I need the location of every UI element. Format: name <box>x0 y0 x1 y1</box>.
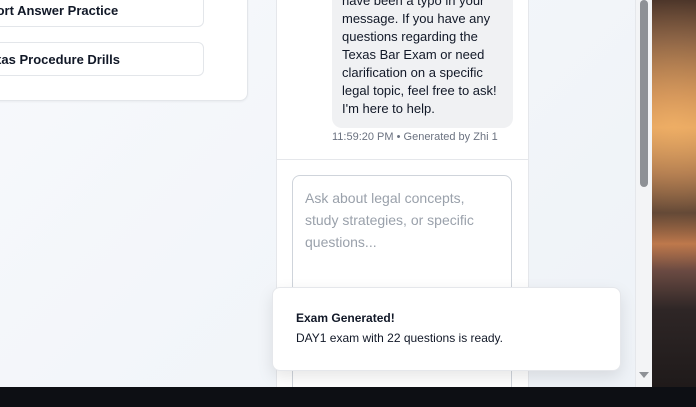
toast-description: DAY1 exam with 22 questions is ready. <box>296 331 503 345</box>
taskbar-strip <box>0 387 696 407</box>
assistant-message-bubble: have been a typo in your message. If you… <box>332 0 513 128</box>
desktop-wallpaper <box>652 0 696 387</box>
practice-item-texas-procedure[interactable]: Texas Procedure Drills <box>0 42 204 76</box>
message-line: legal topic, feel free to ask! <box>342 83 497 98</box>
message-line: questions regarding the <box>342 29 478 44</box>
toast-title: Exam Generated! <box>296 311 395 325</box>
toast-notification: Exam Generated! DAY1 exam with 22 questi… <box>272 287 621 371</box>
practice-item-short-answer[interactable]: Short Answer Practice <box>0 0 204 27</box>
practice-item-label: Short Answer Practice <box>0 3 119 18</box>
scroll-thumb[interactable] <box>640 0 648 187</box>
message-line: message. If you have any <box>342 11 491 26</box>
browser-viewport: Short Answer Practice Texas Procedure Dr… <box>0 0 652 387</box>
chevron-down-icon[interactable] <box>639 372 649 378</box>
page-scrollbar[interactable] <box>635 0 652 387</box>
message-line: clarification on a specific <box>342 65 483 80</box>
practice-panel: Short Answer Practice Texas Procedure Dr… <box>0 0 248 101</box>
message-line: have been a typo in your <box>342 0 485 8</box>
divider <box>277 159 528 160</box>
practice-item-label: Texas Procedure Drills <box>0 52 120 67</box>
message-line: Texas Bar Exam or need <box>342 47 485 62</box>
message-timestamp: 11:59:20 PM • Generated by Zhi 1 <box>332 131 498 143</box>
message-line: I'm here to help. <box>342 101 435 116</box>
